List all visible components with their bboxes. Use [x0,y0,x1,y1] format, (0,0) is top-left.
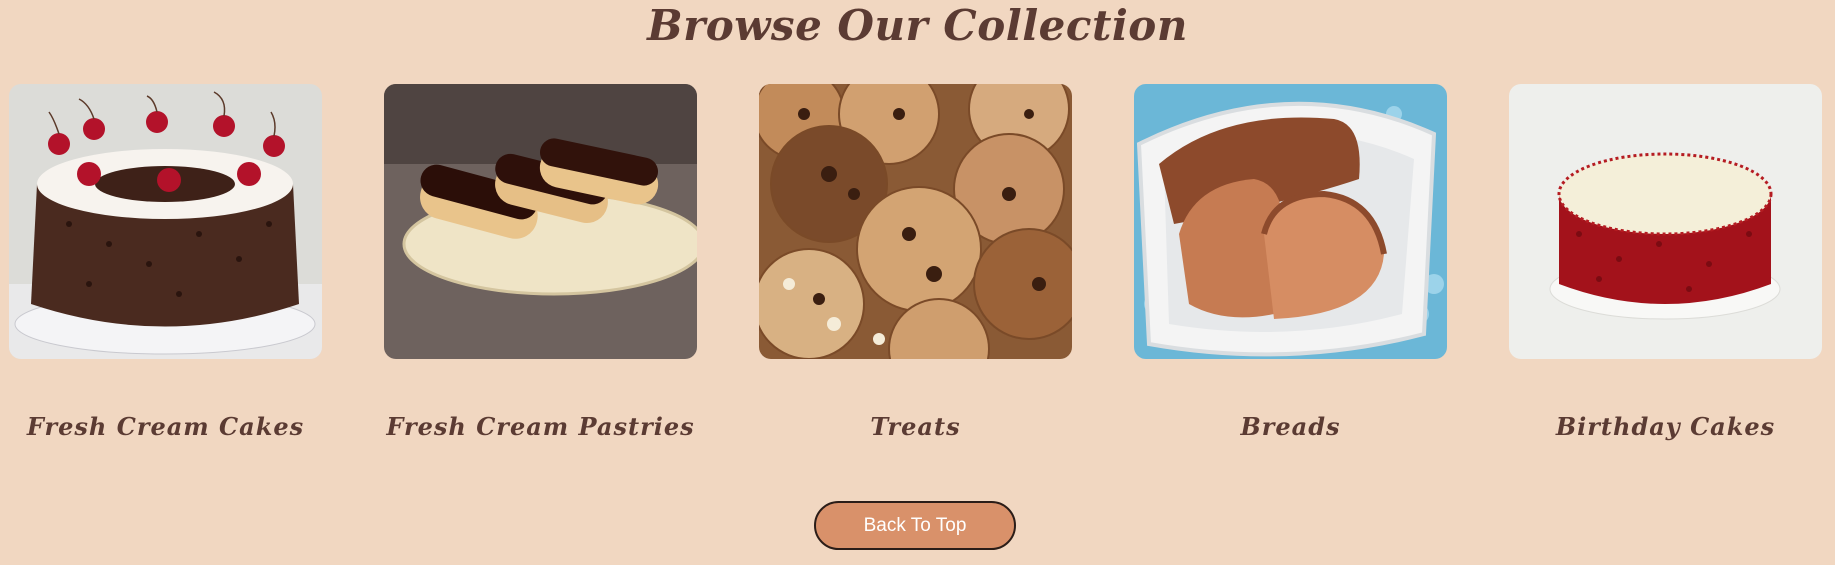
category-card-fresh-cream-pastries[interactable]: Fresh Cream Pastries [384,84,697,441]
eclairs-image[interactable] [384,84,697,359]
category-card-fresh-cream-cakes[interactable]: Fresh Cream Cakes [9,84,322,441]
category-label[interactable]: Fresh Cream Cakes [9,412,322,441]
category-card-birthday-cakes[interactable]: Birthday Cakes [1509,84,1822,441]
bread-loaf-image[interactable] [1134,84,1447,359]
category-label[interactable]: Treats [759,412,1072,441]
cookies-image[interactable] [759,84,1072,359]
section-title: Browse Our Collection [647,1,1188,50]
black-forest-cake-image[interactable] [9,84,322,359]
red-velvet-birthday-cake-image[interactable] [1509,84,1822,359]
category-label[interactable]: Birthday Cakes [1509,412,1822,441]
category-label[interactable]: Fresh Cream Pastries [384,412,697,441]
category-card-breads[interactable]: Breads [1134,84,1447,441]
category-label[interactable]: Breads [1134,412,1447,441]
back-to-top-button[interactable]: Back To Top [814,501,1016,550]
category-card-treats[interactable]: Treats [759,84,1072,441]
